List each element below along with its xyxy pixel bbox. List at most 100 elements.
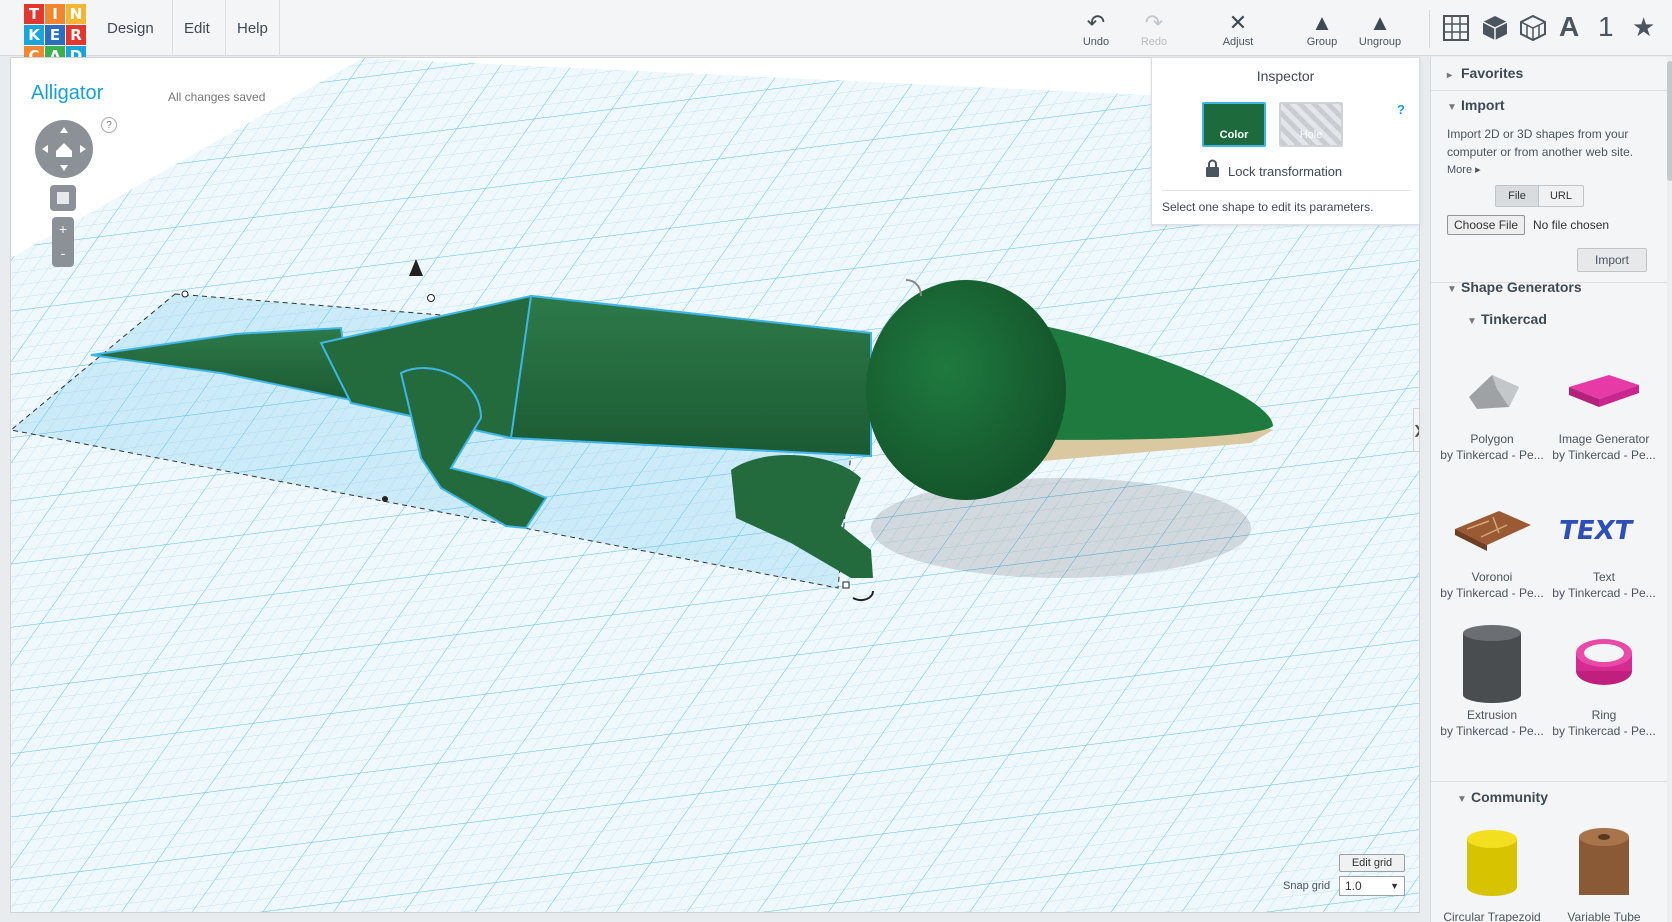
shape-polygon[interactable]: Polygon by Tinkercad - Pe... (1437, 347, 1547, 463)
save-status: All changes saved (168, 90, 266, 104)
shape-image-generator[interactable]: Image Generator by Tinkercad - Pe... (1549, 347, 1659, 463)
import-more-label: More (1447, 164, 1473, 176)
shape-ring[interactable]: Ring by Tinkercad - Pe... (1549, 623, 1659, 739)
resize-handle[interactable] (427, 294, 435, 302)
redo-icon: ↷ (1144, 10, 1164, 35)
zoom-out-button[interactable]: - (52, 242, 74, 267)
design-title[interactable]: Alligator (31, 82, 103, 105)
shape-author: by Tinkercad - Pe... (1552, 448, 1656, 462)
solid-box-icon[interactable] (1481, 14, 1509, 42)
chevron-down-icon: ▼ (1447, 102, 1457, 113)
snap-grid-value: 1.0 (1345, 879, 1362, 893)
corner-handle[interactable] (842, 581, 850, 589)
number-tool-icon[interactable]: 1 (1598, 12, 1614, 42)
import-file-tab[interactable]: File (1495, 185, 1539, 207)
inspector-panel: Inspector Color Hole ? Lock transformati… (1151, 57, 1420, 225)
adjust-button[interactable]: ✕ Adjust (1208, 10, 1268, 48)
divider (1431, 90, 1672, 91)
scrollbar-thumb[interactable] (1667, 61, 1672, 181)
zoom-in-button[interactable]: + (52, 217, 74, 242)
tinkercad-subsection[interactable]: ▼ Tinkercad (1467, 311, 1547, 327)
tinkercad-title: Tinkercad (1481, 311, 1547, 327)
shape-name: Extrusion (1466, 708, 1518, 722)
adjust-icon: ✕ (1228, 10, 1248, 35)
view-cube-button[interactable] (50, 185, 76, 211)
ungroup-label: Ungroup (1358, 36, 1402, 48)
menu-edit[interactable]: Edit (172, 0, 221, 56)
import-button[interactable]: Import (1577, 248, 1647, 272)
logo-letter: N (66, 4, 86, 24)
shape-shadow (871, 478, 1251, 578)
image-generator-thumbnail (1569, 375, 1639, 407)
group-button[interactable]: ▲ Group (1292, 10, 1352, 48)
menu-help[interactable]: Help (225, 0, 280, 56)
text-tool-icon[interactable]: A (1559, 12, 1579, 42)
orbit-control[interactable] (34, 119, 94, 179)
menu-design[interactable]: Design (96, 0, 165, 56)
svg-text:TEXT: TEXT (1556, 516, 1635, 546)
shape-name: Ring (1591, 708, 1617, 722)
choose-file-button[interactable]: Choose File (1447, 215, 1526, 235)
ring-thumbnail (1576, 639, 1632, 685)
shape-voronoi[interactable]: Voronoi by Tinkercad - Pe... (1437, 485, 1547, 601)
edge-handle[interactable] (382, 496, 388, 502)
shape-variable-tube[interactable]: Variable Tube (1549, 825, 1659, 922)
chevron-down-icon: ▼ (1390, 881, 1399, 891)
shape-generators-section[interactable]: ▼ Shape Generators (1447, 279, 1582, 295)
polygon-thumbnail (1469, 375, 1519, 409)
undo-icon: ↶ (1086, 10, 1106, 35)
chevron-down-icon: ▼ (1447, 284, 1457, 295)
divider (1431, 781, 1672, 782)
panel-toggle-button[interactable]: ❯ (1413, 408, 1419, 452)
import-url-tab[interactable]: URL (1538, 185, 1584, 207)
snap-grid-select[interactable]: 1.0 ▼ (1339, 876, 1405, 896)
hole-box-icon[interactable] (1519, 14, 1547, 42)
import-more-link[interactable]: More ▸ (1447, 163, 1481, 176)
edit-grid-button[interactable]: Edit grid (1339, 854, 1405, 872)
lock-icon[interactable] (1205, 159, 1220, 177)
shape-generators-title: Shape Generators (1461, 279, 1582, 295)
view-help-icon[interactable]: ? (101, 117, 117, 133)
color-swatch-button[interactable]: Color (1202, 102, 1266, 147)
shape-author: by Tinkercad - Pe... (1440, 586, 1544, 600)
community-section[interactable]: ▼ Community (1457, 789, 1548, 805)
group-label: Group (1306, 36, 1338, 48)
grid-view-icon[interactable] (1442, 14, 1470, 42)
shape-circular-trapezoid[interactable]: Circular Trapezoid (1437, 825, 1547, 922)
inspector-help-icon[interactable]: ? (1397, 102, 1405, 117)
corner-handle[interactable] (181, 290, 189, 298)
ungroup-button[interactable]: ▲ Ungroup (1350, 10, 1410, 48)
shape-author: by Tinkercad - Pe... (1552, 586, 1656, 600)
zoom-control: + - (52, 217, 74, 267)
import-title: Import (1461, 97, 1505, 113)
adjust-label: Adjust (1222, 36, 1254, 48)
lock-transformation-label[interactable]: Lock transformation (1228, 164, 1342, 179)
panel-scrollbar[interactable] (1667, 57, 1672, 922)
shape-name: Variable Tube (1567, 910, 1641, 922)
shape-name: Polygon (1470, 432, 1514, 446)
shape-extrusion[interactable]: Extrusion by Tinkercad - Pe... (1437, 623, 1547, 739)
hole-swatch-button[interactable]: Hole (1279, 102, 1343, 147)
inspector-divider (1162, 190, 1411, 191)
redo-button[interactable]: ↷ Redo (1124, 10, 1184, 48)
logo-letter: R (66, 25, 86, 45)
logo-letter: K (24, 25, 44, 45)
ungroup-icon: ▲ (1369, 10, 1391, 35)
shape-text[interactable]: TEXT Text by Tinkercad - Pe... (1549, 485, 1659, 601)
variable-tube-thumbnail (1579, 828, 1629, 895)
import-section[interactable]: ▼ Import (1447, 97, 1505, 113)
chevron-down-icon: ▼ (1457, 794, 1467, 805)
circular-trapezoid-thumbnail (1467, 830, 1517, 896)
snap-grid-label: Snap grid (1283, 880, 1331, 892)
favorites-section[interactable]: ▸ Favorites (1447, 65, 1523, 81)
star-icon[interactable]: ★ (1632, 12, 1655, 42)
shape-name: Image Generator (1558, 432, 1650, 446)
text-thumbnail: TEXT (1556, 516, 1635, 546)
alligator-head[interactable] (866, 280, 1066, 500)
chevron-right-icon: ▸ (1447, 70, 1453, 81)
logo-letter: T (24, 4, 44, 24)
cube-icon (57, 192, 69, 204)
color-label: Color (1219, 129, 1249, 141)
shapes-panel: ▸ Favorites ▼ Import Import 2D or 3D shape… (1430, 57, 1672, 922)
undo-button[interactable]: ↶ Undo (1066, 10, 1126, 48)
